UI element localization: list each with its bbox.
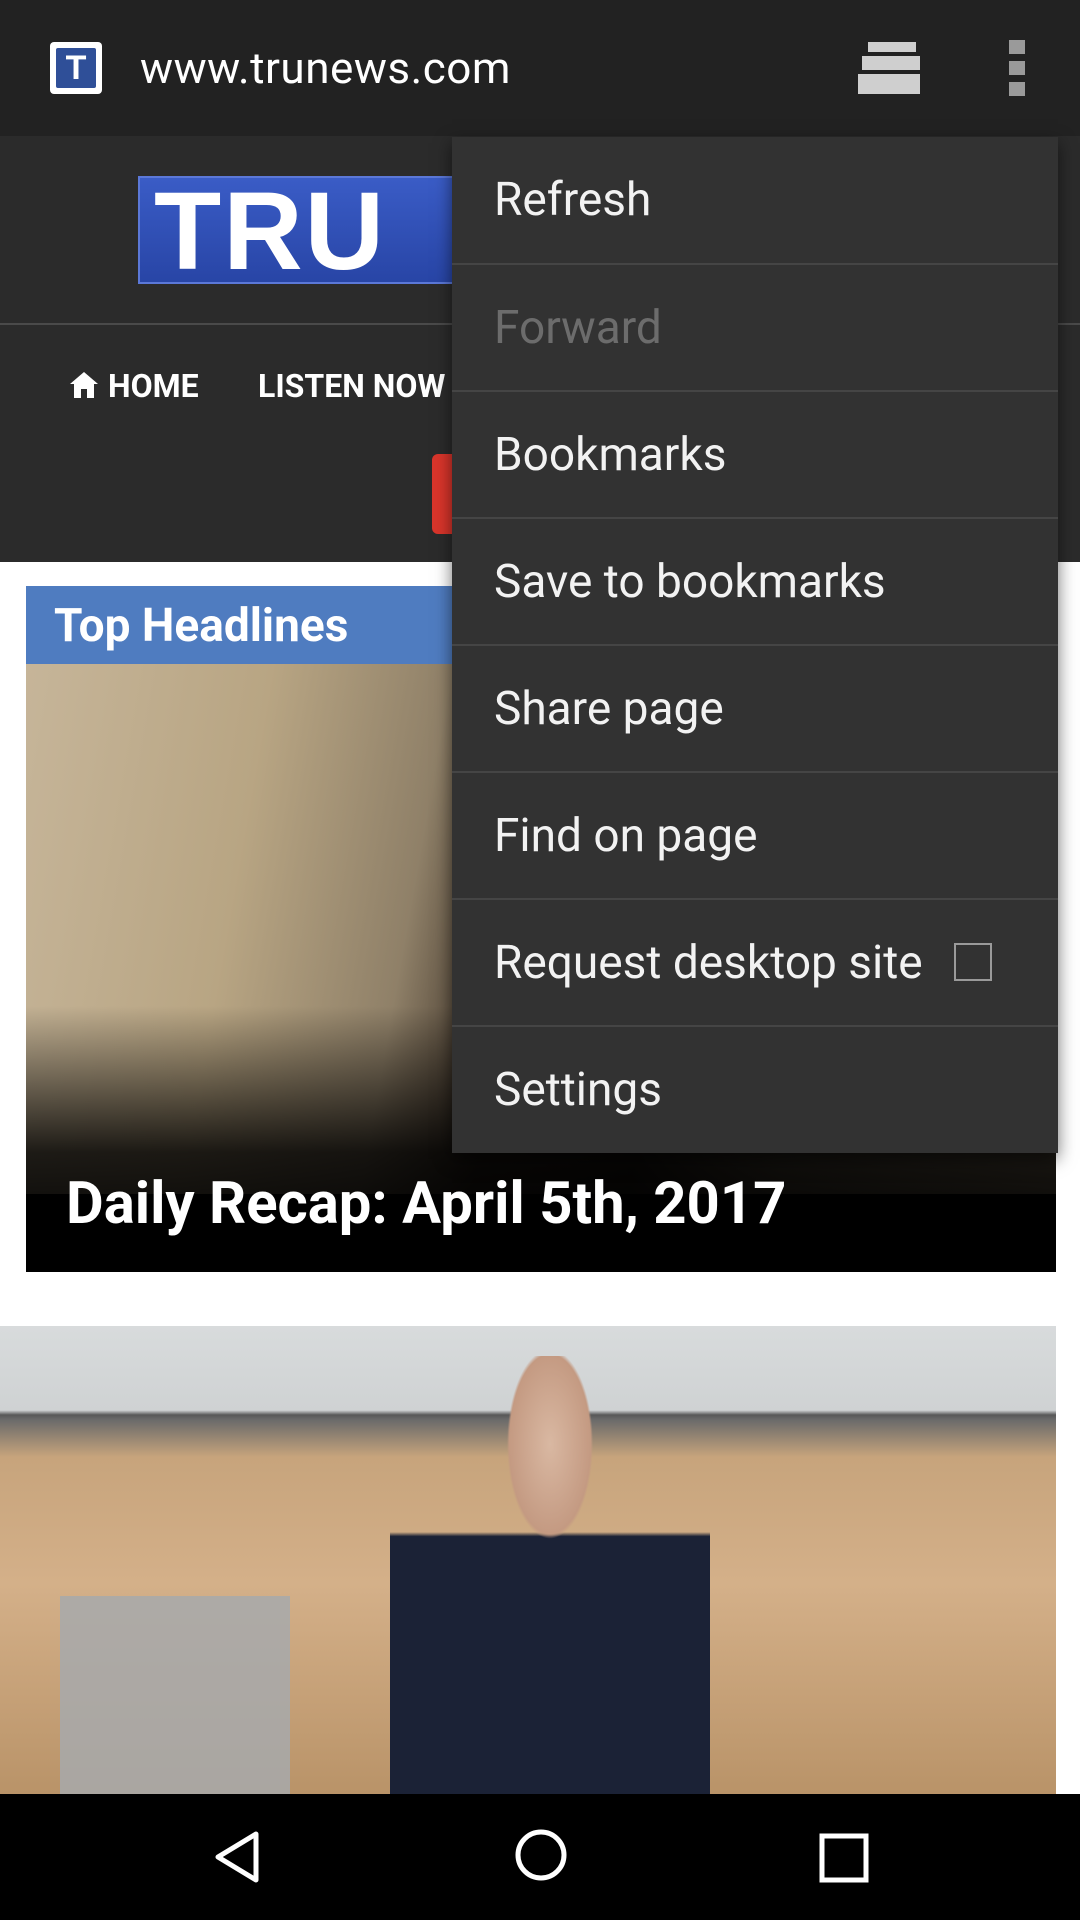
house-icon <box>70 372 98 398</box>
home-icon <box>515 1829 567 1881</box>
video-card[interactable] <box>0 1326 1056 1794</box>
more-vert-icon <box>1009 40 1025 96</box>
menu-item-request-desktop-site[interactable]: Request desktop site <box>452 900 1058 1027</box>
favicon-letter: T <box>65 49 87 87</box>
overflow-menu-button[interactable] <box>990 36 1044 100</box>
tab-switcher-icon <box>858 42 920 94</box>
headline-title[interactable]: Daily Recap: April 5th, 2017 <box>66 1164 786 1244</box>
video-thumbnail <box>390 1356 710 1794</box>
nav-listen-link[interactable]: LISTEN NOW <box>258 360 445 412</box>
request-desktop-site-checkbox[interactable] <box>954 943 992 981</box>
menu-item-refresh[interactable]: Refresh <box>452 137 1058 264</box>
tab-switcher-button[interactable] <box>856 38 928 98</box>
section-label: Top Headlines <box>54 599 349 653</box>
menu-item-forward: Forward <box>494 301 662 355</box>
url-bar[interactable]: www.trunews.com <box>140 36 511 100</box>
recents-icon <box>819 1833 869 1883</box>
menu-item-find-on-page[interactable]: Find on page <box>452 773 1058 900</box>
menu-item-share-page[interactable]: Share page <box>452 646 1058 773</box>
nav-home-label: HOME <box>108 367 199 405</box>
recents-button[interactable] <box>818 1832 870 1884</box>
back-button[interactable] <box>208 1830 268 1884</box>
back-icon <box>215 1831 259 1883</box>
menu-item-bookmarks[interactable]: Bookmarks <box>452 392 1058 519</box>
logo-text: TRU <box>154 176 387 284</box>
nav-home-link[interactable]: HOME <box>68 360 199 412</box>
home-button[interactable] <box>514 1828 568 1882</box>
menu-item-settings[interactable]: Settings <box>452 1027 1058 1154</box>
overflow-menu: Refresh Forward Bookmarks Save to bookma… <box>452 137 1058 1153</box>
menu-item-save-to-bookmarks[interactable]: Save to bookmarks <box>452 519 1058 646</box>
site-favicon: T <box>50 42 102 94</box>
